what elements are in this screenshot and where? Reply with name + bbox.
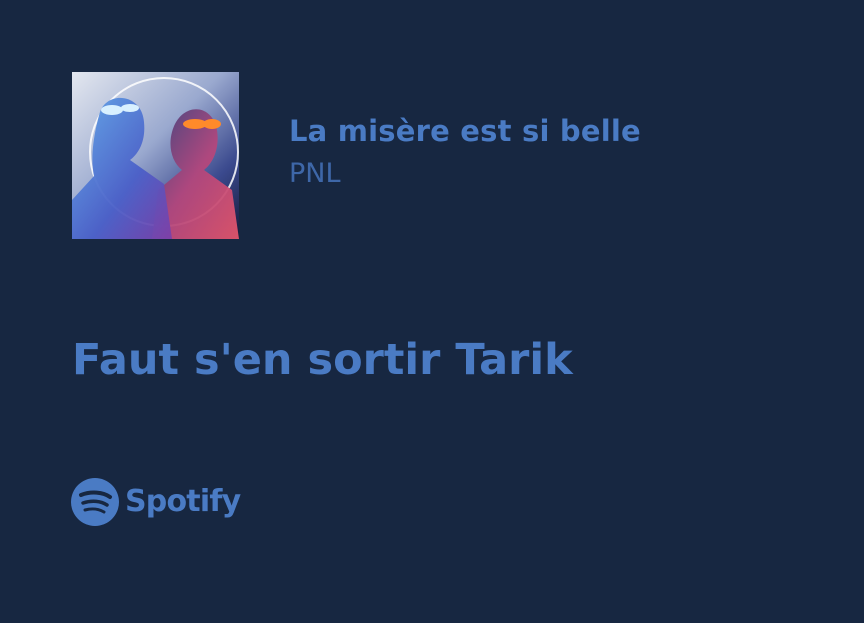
track-meta: La misère est si belle PNL bbox=[289, 112, 641, 190]
brand: Spotify bbox=[71, 478, 241, 526]
artist-name: PNL bbox=[289, 158, 341, 189]
lyric-line: Faut s'en sortir Tarik bbox=[72, 335, 573, 385]
album-cover-image bbox=[72, 72, 239, 239]
track-title: La misère est si belle bbox=[289, 114, 641, 148]
spotify-logo-icon bbox=[71, 478, 119, 526]
lyrics-share-card: La misère est si belle PNL Faut s'en sor… bbox=[0, 0, 864, 623]
brand-name: Spotify bbox=[125, 484, 241, 519]
